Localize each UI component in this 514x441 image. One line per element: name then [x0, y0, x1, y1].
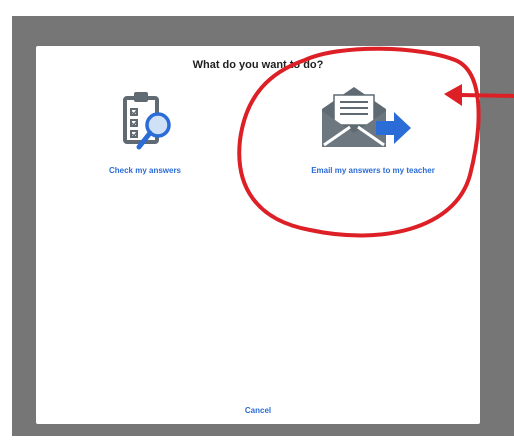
clipboard-magnifier-icon	[120, 91, 176, 151]
dialog-title: What do you want to do?	[192, 59, 324, 71]
cancel-button[interactable]: Cancel	[36, 406, 480, 415]
email-answers-label: Email my answers to my teacher	[311, 166, 435, 175]
check-answers-option[interactable]: Check my answers	[80, 86, 210, 186]
action-dialog: What do you want to do? Check my answers	[36, 46, 480, 424]
email-answers-option[interactable]: Email my answers to my teacher	[266, 76, 480, 186]
check-answers-label: Check my answers	[108, 166, 182, 175]
envelope-arrow-icon	[314, 81, 414, 156]
